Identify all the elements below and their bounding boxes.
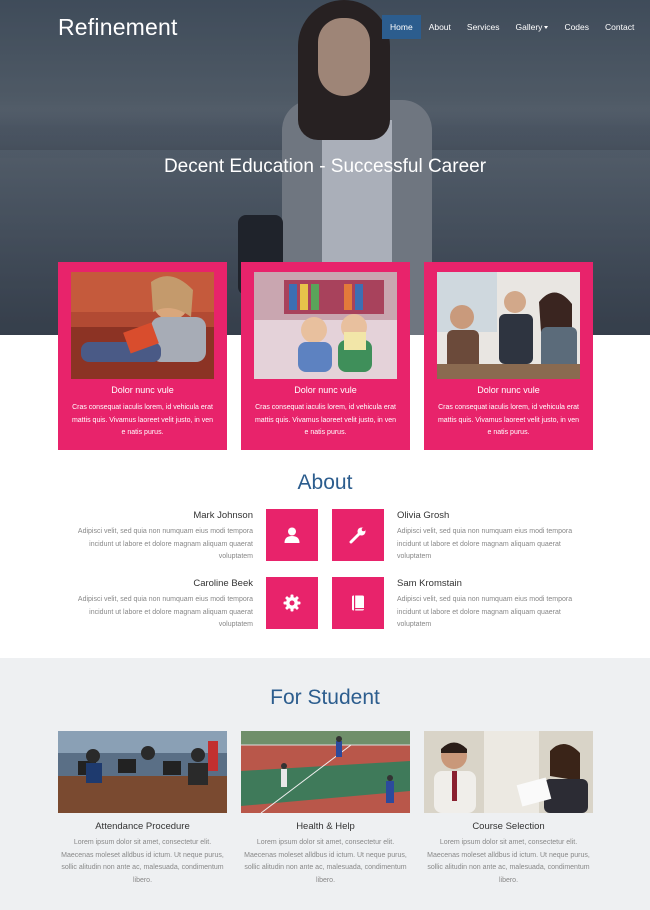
- feature-title: Dolor nunc vule: [477, 385, 540, 395]
- feature-text: Cras consequat iaculis lorem, id vehicul…: [254, 404, 397, 436]
- site-logo[interactable]: Refinement: [58, 14, 178, 41]
- member-description: Adipisci velit, sed quia non numquam eiu…: [397, 528, 573, 560]
- nav-services[interactable]: Services: [459, 15, 508, 39]
- wrench-icon-box[interactable]: [332, 509, 384, 561]
- student-card-title: Health & Help: [296, 821, 355, 832]
- main-nav: Home About Services Gallery Codes Contac…: [382, 15, 642, 39]
- student-heading: For Student: [270, 686, 380, 709]
- team-member: Mark Johnson Adipisci velit, sed quia no…: [63, 510, 253, 564]
- feature-text: Cras consequat iaculis lorem, id vehicul…: [437, 404, 580, 436]
- feature-image-kids: [254, 272, 397, 379]
- feature-title: Dolor nunc vule: [294, 385, 357, 395]
- student-card[interactable]: Health & Help Lorem ipsum dolor sit amet…: [241, 731, 410, 887]
- nav-codes[interactable]: Codes: [556, 15, 597, 39]
- member-description: Adipisci velit, sed quia non numquam eiu…: [77, 528, 253, 560]
- about-heading: About: [297, 471, 353, 494]
- chevron-down-icon: [544, 26, 549, 30]
- team-member: Caroline Beek Adipisci velit, sed quia n…: [63, 578, 253, 632]
- nav-home[interactable]: Home: [382, 15, 421, 39]
- nav-contact[interactable]: Contact: [597, 15, 642, 39]
- gear-icon-box[interactable]: [266, 577, 318, 629]
- student-image-sports: [241, 731, 410, 813]
- student-card[interactable]: Attendance Procedure Lorem ipsum dolor s…: [58, 731, 227, 887]
- member-description: Adipisci velit, sed quia non numquam eiu…: [77, 596, 253, 628]
- gear-icon: [283, 594, 301, 612]
- user-icon-box[interactable]: [266, 509, 318, 561]
- member-name: Olivia Grosh: [397, 510, 450, 521]
- team-member: Olivia Grosh Adipisci velit, sed quia no…: [397, 510, 587, 564]
- user-icon: [284, 527, 300, 543]
- nav-about[interactable]: About: [421, 15, 459, 39]
- feature-cards: Dolor nunc vule Cras consequat iaculis l…: [58, 262, 593, 450]
- feature-image-group: [437, 272, 580, 379]
- student-card-text: Lorem ipsum dolor sit amet, consectetur …: [427, 839, 590, 884]
- member-name: Caroline Beek: [193, 578, 253, 589]
- hero-title: Decent Education - Successful Career: [163, 156, 487, 177]
- student-card[interactable]: Course Selection Lorem ipsum dolor sit a…: [424, 731, 593, 887]
- feature-image-reading: [71, 272, 214, 379]
- nav-gallery-label: Gallery: [515, 22, 543, 32]
- wrench-icon: [349, 527, 366, 544]
- student-image-lab: [58, 731, 227, 813]
- feature-card[interactable]: Dolor nunc vule Cras consequat iaculis l…: [58, 262, 227, 450]
- feature-card[interactable]: Dolor nunc vule Cras consequat iaculis l…: [241, 262, 410, 450]
- feature-title: Dolor nunc vule: [111, 385, 174, 395]
- student-card-text: Lorem ipsum dolor sit amet, consectetur …: [244, 839, 407, 884]
- book-icon-box[interactable]: [332, 577, 384, 629]
- student-card-title: Course Selection: [472, 821, 545, 832]
- member-name: Mark Johnson: [193, 510, 253, 521]
- student-image-counseling: [424, 731, 593, 813]
- student-card-text: Lorem ipsum dolor sit amet, consectetur …: [61, 839, 224, 884]
- feature-card[interactable]: Dolor nunc vule Cras consequat iaculis l…: [424, 262, 593, 450]
- book-icon: [352, 595, 364, 611]
- member-description: Adipisci velit, sed quia non numquam eiu…: [397, 596, 573, 628]
- feature-text: Cras consequat iaculis lorem, id vehicul…: [71, 404, 214, 436]
- member-name: Sam Kromstain: [397, 578, 462, 589]
- team-member: Sam Kromstain Adipisci velit, sed quia n…: [397, 578, 587, 632]
- nav-gallery[interactable]: Gallery: [508, 15, 557, 39]
- student-card-title: Attendance Procedure: [95, 821, 190, 832]
